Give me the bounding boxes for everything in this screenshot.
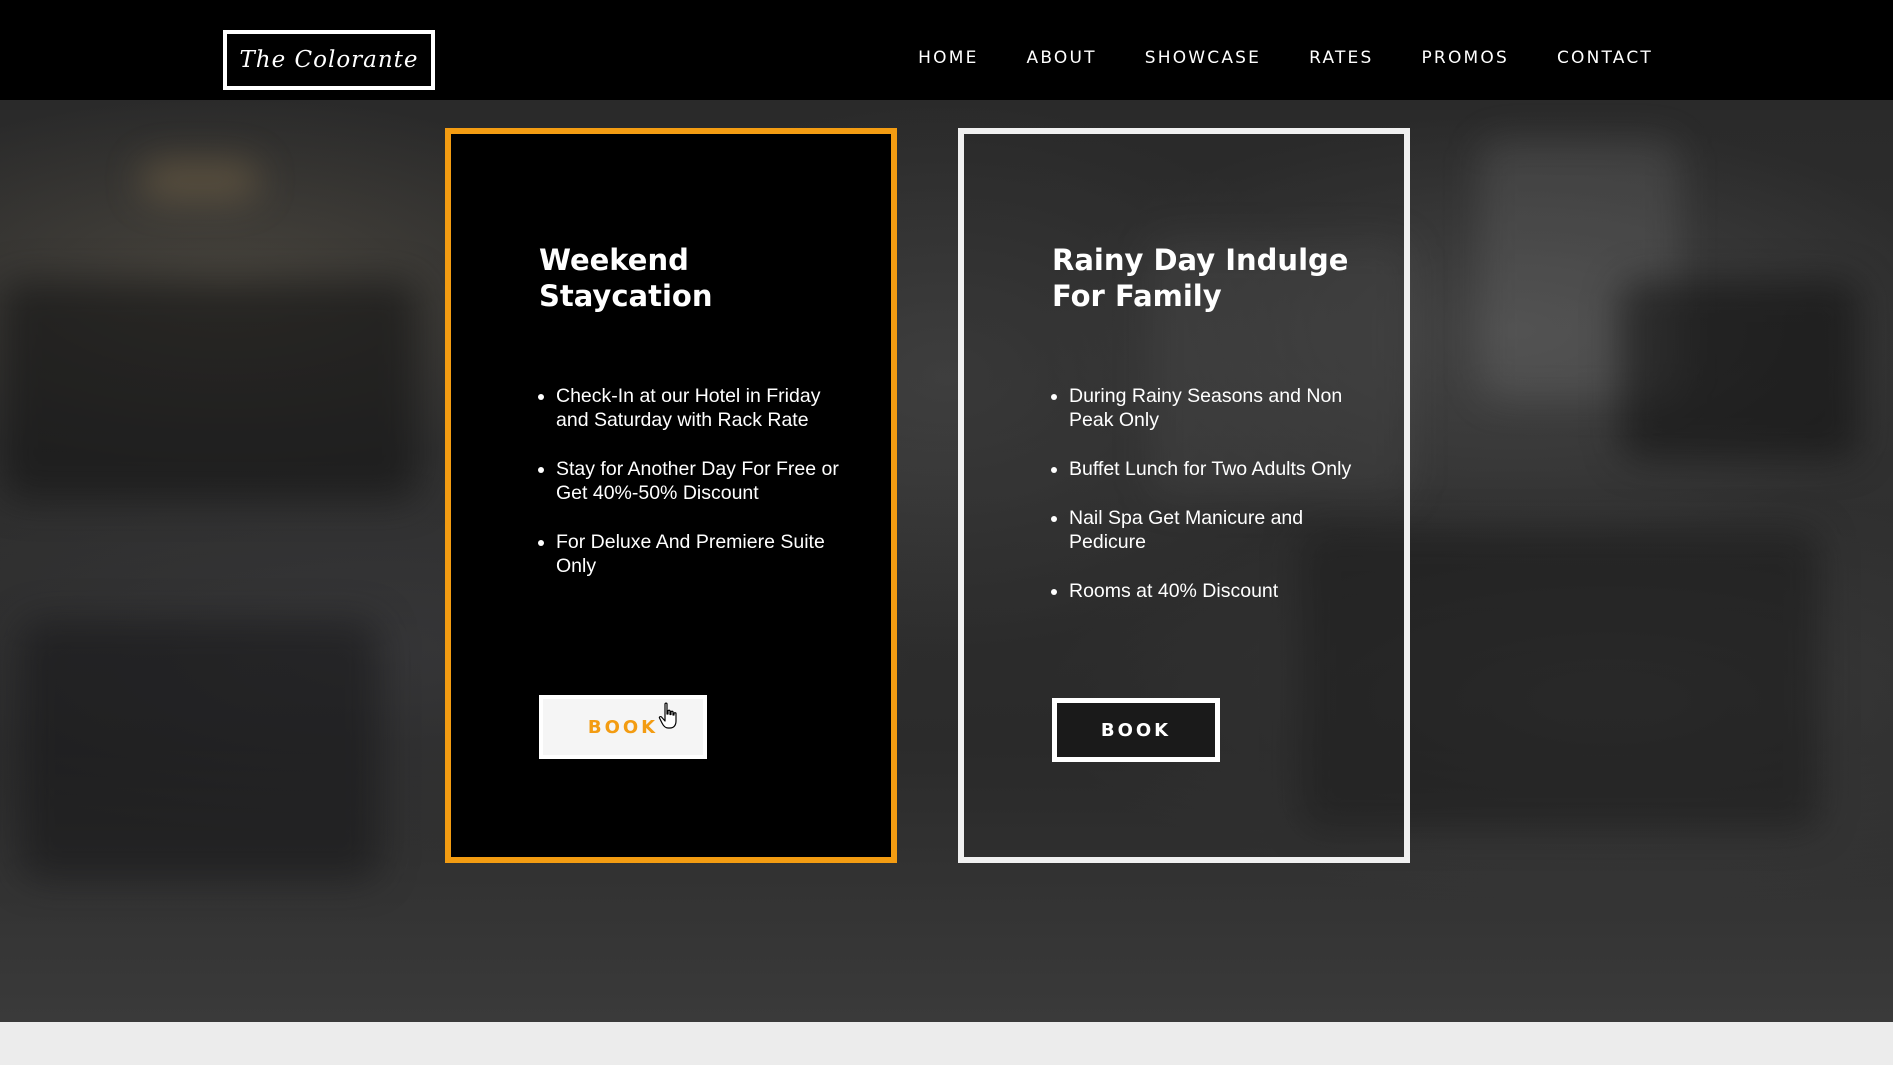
promo-card-weekend-staycation: Weekend Staycation Check-In at our Hotel… <box>445 128 897 863</box>
nav-showcase[interactable]: SHOWCASE <box>1145 48 1261 68</box>
promo-card-rainy-day: Rainy Day Indulge For Family During Rain… <box>958 128 1410 863</box>
site-logo[interactable]: The Colorante <box>223 30 435 90</box>
promo-title-line: Rainy Day Indulge <box>1052 243 1349 277</box>
promo-feature-item: During Rainy Seasons and Non Peak Only <box>1069 384 1369 432</box>
background-blur-shape <box>140 160 260 200</box>
nav-rates[interactable]: RATES <box>1309 48 1373 68</box>
main-nav: HOME ABOUT SHOWCASE RATES PROMOS CONTACT <box>870 0 1653 116</box>
promo-feature-item: Buffet Lunch for Two Adults Only <box>1069 457 1369 481</box>
promo-feature-item: Check-In at our Hotel in Friday and Satu… <box>556 384 856 432</box>
promo-feature-item: Nail Spa Get Manicure and Pedicure <box>1069 506 1369 554</box>
promo-feature-list: During Rainy Seasons and Non Peak Only B… <box>1052 384 1369 628</box>
promo-feature-item: For Deluxe And Premiere Suite Only <box>556 530 856 578</box>
promo-feature-item: Rooms at 40% Discount <box>1069 579 1369 603</box>
promo-title: Weekend Staycation <box>539 242 839 314</box>
promo-title-line: For Family <box>1052 279 1222 313</box>
promo-title: Rainy Day Indulge For Family <box>1052 242 1352 314</box>
footer-strip <box>0 1022 1893 1065</box>
nav-promos[interactable]: PROMOS <box>1421 48 1508 68</box>
nav-home[interactable]: HOME <box>918 48 978 68</box>
promo-feature-item: Stay for Another Day For Free or Get 40%… <box>556 457 856 505</box>
nav-about[interactable]: ABOUT <box>1027 48 1097 68</box>
promo-title-line: Weekend <box>539 243 689 277</box>
hero-background <box>0 100 1893 1022</box>
hand-pointer-icon <box>658 702 677 729</box>
site-header: The Colorante HOME ABOUT SHOWCASE RATES … <box>0 0 1893 100</box>
nav-contact[interactable]: CONTACT <box>1557 48 1653 68</box>
promo-title-line: Staycation <box>539 279 713 313</box>
background-blur-shape <box>0 280 420 500</box>
book-button[interactable]: BOOK <box>539 695 707 759</box>
promo-feature-list: Check-In at our Hotel in Friday and Satu… <box>539 384 856 603</box>
background-blur-shape <box>20 620 380 880</box>
book-button[interactable]: BOOK <box>1052 698 1220 762</box>
page: The Colorante HOME ABOUT SHOWCASE RATES … <box>0 0 1893 1065</box>
background-blur-shape <box>1620 280 1860 460</box>
